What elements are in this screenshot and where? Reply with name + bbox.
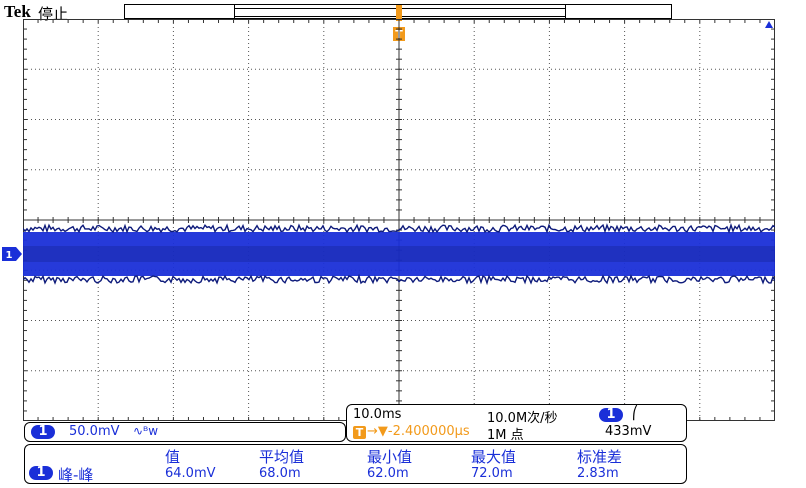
measurement-type: 峰-峰 xyxy=(58,466,94,484)
waveform-graticule[interactable] xyxy=(23,19,775,421)
channel-1-scale: 50.0mV xyxy=(69,424,120,439)
measurement-min: 62.0m xyxy=(367,466,409,481)
record-length: 1M 点 xyxy=(487,428,524,443)
measurement-channel-chip: 1 xyxy=(29,466,53,480)
measurement-max: 72.0m xyxy=(471,466,513,481)
measurement-value: 64.0mV xyxy=(165,466,216,481)
channel-1-marker-label: 1 xyxy=(6,250,13,261)
channel-1-waveform xyxy=(23,222,775,286)
measurement-header-mean: 平均值 xyxy=(259,448,305,466)
graticule-grid xyxy=(23,19,775,421)
measurement-header-max: 最大值 xyxy=(471,448,517,466)
timebase-readout[interactable]: 10.0ms 10.0M次/秒 1 ⎛ T →▼-2.400000µs 1M 点… xyxy=(346,404,687,443)
measurement-stddev: 2.83m xyxy=(577,466,619,481)
trigger-delay-marker: T xyxy=(353,426,366,439)
bandwidth-limit-icon: ∿ᴮw xyxy=(133,424,159,438)
measurement-header-value: 值 xyxy=(165,448,181,466)
channel-1-chip: 1 xyxy=(31,425,55,439)
measurement-header-min: 最小值 xyxy=(367,448,413,466)
measurement-table[interactable]: 值 平均值 最小值 最大值 标准差 1 峰-峰 64.0mV 68.0m 62.… xyxy=(24,444,687,484)
channel-1-ground-marker[interactable]: 1 xyxy=(2,247,22,261)
measurement-mean: 68.0m xyxy=(259,466,301,481)
trigger-slope-icon: ⎛ xyxy=(632,406,639,421)
horizontal-scale: 10.0ms xyxy=(353,407,402,422)
channel-1-readout[interactable]: 1 50.0mV ∿ᴮw xyxy=(24,422,346,442)
trigger-level: 433mV xyxy=(605,424,652,439)
measurement-header-stddev: 标准差 xyxy=(577,448,623,466)
trigger-source-chip: 1 xyxy=(599,408,623,422)
trigger-delay: →▼-2.400000µs xyxy=(367,424,470,439)
